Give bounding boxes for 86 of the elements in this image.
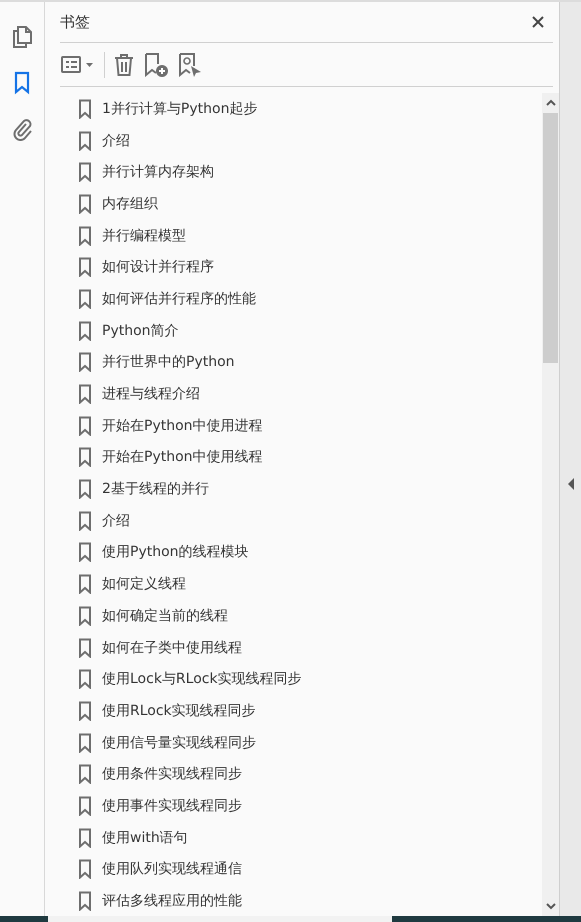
bookmark-label: 评估多线程应用的性能 bbox=[102, 892, 242, 910]
bookmark-item[interactable]: Python简介 bbox=[78, 314, 542, 346]
bookmark-item[interactable]: 内存组织 bbox=[78, 188, 542, 220]
bookmark-item[interactable]: 评估多线程应用的性能 bbox=[78, 885, 542, 917]
bookmark-item[interactable]: 如何定义线程 bbox=[78, 568, 542, 600]
bookmark-select-icon[interactable] bbox=[177, 52, 203, 78]
bookmark-icon bbox=[78, 638, 92, 658]
bookmark-icon bbox=[78, 416, 92, 436]
bookmark-label: 并行计算内存架构 bbox=[102, 163, 214, 182]
bookmark-label: 使用条件实现线程同步 bbox=[102, 765, 242, 784]
bookmark-item[interactable]: 如何确定当前的线程 bbox=[78, 600, 542, 632]
bookmark-item[interactable]: 使用with语句 bbox=[78, 822, 542, 854]
bookmark-label: 使用信号量实现线程同步 bbox=[102, 734, 256, 752]
bookmark-label: 内存组织 bbox=[102, 194, 158, 213]
bookmark-item[interactable]: 并行编程模型 bbox=[78, 220, 542, 252]
bookmark-icon bbox=[78, 764, 92, 784]
bookmark-label: 使用队列实现线程通信 bbox=[102, 860, 242, 878]
bookmark-icon bbox=[78, 732, 92, 753]
bookmark-item[interactable]: 使用RLock实现线程同步 bbox=[78, 695, 542, 727]
bookmark-icon bbox=[78, 891, 92, 912]
bookmark-item[interactable]: 使用队列实现线程通信 bbox=[78, 854, 542, 886]
bookmark-label: 如何设计并行程序 bbox=[102, 258, 214, 276]
bookmark-icon bbox=[78, 162, 92, 182]
bookmark-icon bbox=[78, 226, 92, 246]
bookmark-item[interactable]: 使用Lock与RLock实现线程同步 bbox=[78, 663, 542, 696]
bookmark-item[interactable]: 使用条件实现线程同步 bbox=[78, 758, 542, 790]
bookmark-item[interactable]: 使用Python的线程模块 bbox=[78, 536, 542, 568]
bookmark-label: Python简介 bbox=[102, 322, 179, 340]
bookmark-label: 开始在Python中使用线程 bbox=[102, 448, 263, 466]
panel-title: 书签 bbox=[60, 12, 90, 32]
bookmark-item[interactable]: 开始在Python中使用线程 bbox=[78, 442, 542, 474]
trash-icon[interactable] bbox=[113, 52, 135, 76]
bookmark-icon bbox=[78, 288, 92, 309]
bookmark-icon bbox=[78, 130, 92, 151]
bookmark-label: 如何确定当前的线程 bbox=[102, 606, 228, 625]
bookmark-label: 开始在Python中使用进程 bbox=[102, 416, 263, 435]
bookmark-item[interactable]: 1并行计算与Python起步 bbox=[78, 93, 542, 125]
bookmark-item[interactable]: 并行计算内存架构 bbox=[78, 156, 542, 188]
bookmark-item[interactable]: 如何评估并行程序的性能 bbox=[78, 283, 542, 315]
bookmark-item[interactable]: 介绍 bbox=[78, 504, 542, 537]
bookmark-icon bbox=[78, 447, 92, 468]
bookmark-icon bbox=[78, 700, 92, 721]
bookmark-icon bbox=[78, 796, 92, 816]
bookmark-icon bbox=[78, 98, 92, 119]
bookmark-item[interactable]: 开始在Python中使用进程 bbox=[78, 410, 542, 442]
bookmark-item[interactable]: 进程与线程介绍 bbox=[78, 378, 542, 410]
bookmark-label: 并行编程模型 bbox=[102, 226, 186, 245]
bookmark-label: 如何评估并行程序的性能 bbox=[102, 290, 256, 308]
bookmark-item[interactable]: 2基于线程的并行 bbox=[78, 473, 542, 505]
bookmark-icon bbox=[78, 510, 92, 531]
options-menu-button[interactable] bbox=[60, 54, 96, 76]
bookmark-label: 1并行计算与Python起步 bbox=[102, 100, 258, 118]
scrollbar[interactable] bbox=[542, 93, 559, 916]
bookmark-icon bbox=[78, 479, 92, 500]
scrollbar-thumb[interactable] bbox=[543, 113, 558, 363]
bookmark-label: 2基于线程的并行 bbox=[102, 480, 209, 498]
bookmark-label: 使用with语句 bbox=[102, 828, 188, 847]
bookmark-label: 使用事件实现线程同步 bbox=[102, 796, 242, 815]
bookmark-item[interactable]: 介绍 bbox=[78, 124, 542, 156]
bookmark-icon bbox=[78, 574, 92, 594]
bookmark-icon bbox=[78, 606, 92, 626]
bookmark-icon bbox=[78, 257, 92, 278]
bookmark-icon bbox=[78, 669, 92, 690]
bookmark-label: 进程与线程介绍 bbox=[102, 385, 200, 404]
bookmark-item[interactable]: 如何设计并行程序 bbox=[78, 251, 542, 284]
bookmark-icon bbox=[78, 542, 92, 562]
bookmark-icon bbox=[78, 859, 92, 880]
bookmark-label: 如何定义线程 bbox=[102, 575, 186, 594]
bookmark-item[interactable]: 使用事件实现线程同步 bbox=[78, 790, 542, 822]
collapse-arrow-icon[interactable] bbox=[566, 477, 574, 491]
add-bookmark-icon[interactable] bbox=[143, 52, 169, 78]
bookmark-item[interactable]: 并行世界中的Python bbox=[78, 346, 542, 378]
bookmark-icon bbox=[78, 384, 92, 404]
bookmark-icon bbox=[78, 194, 92, 214]
bookmark-icon bbox=[78, 320, 92, 341]
bookmark-item[interactable]: 如何在子类中使用线程 bbox=[78, 632, 542, 664]
bookmark-label: 如何在子类中使用线程 bbox=[102, 638, 242, 657]
bookmark-label: 使用Lock与RLock实现线程同步 bbox=[102, 670, 302, 688]
bookmark-label: 使用Python的线程模块 bbox=[102, 543, 249, 562]
bookmark-item[interactable]: 使用信号量实现线程同步 bbox=[78, 726, 542, 758]
bookmark-label: 使用RLock实现线程同步 bbox=[102, 702, 256, 720]
bookmark-label: 介绍 bbox=[102, 512, 130, 530]
bookmark-label: 介绍 bbox=[102, 132, 130, 150]
bookmark-label: 并行世界中的Python bbox=[102, 353, 235, 372]
bookmark-icon bbox=[78, 828, 92, 848]
bookmark-icon bbox=[78, 352, 92, 372]
